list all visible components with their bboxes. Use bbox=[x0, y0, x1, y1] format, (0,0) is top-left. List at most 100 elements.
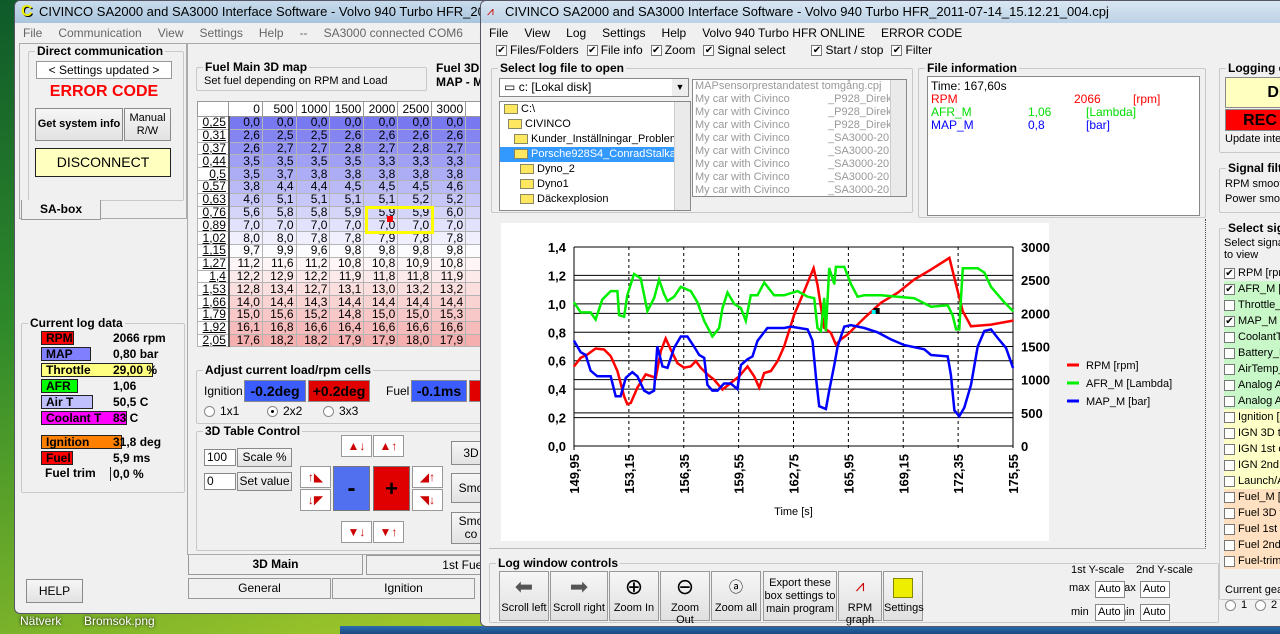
skew-right-down-icon[interactable]: ◥↓ bbox=[412, 489, 443, 511]
y2-min-input[interactable]: Auto bbox=[1140, 604, 1170, 621]
fuel-cell[interactable]: 7,0 bbox=[329, 218, 365, 233]
signal-checkbox[interactable]: CoolantTe bbox=[1224, 329, 1280, 345]
ignition-minus-button[interactable]: -0.2deg bbox=[244, 380, 306, 402]
view-checkbox[interactable]: ✔ Zoom bbox=[650, 43, 695, 57]
signal-checkbox[interactable]: Analog AI bbox=[1224, 377, 1280, 393]
menu-online-status[interactable]: Volvo 940 Turbo HFR ONLINE bbox=[702, 26, 865, 40]
folder-item[interactable]: Dyno_2 bbox=[500, 162, 690, 177]
view-checkbox[interactable]: ✔ File info bbox=[586, 43, 643, 57]
settings-button[interactable]: Settings bbox=[883, 571, 924, 621]
menu-error-code[interactable]: ERROR CODE bbox=[881, 26, 962, 40]
folder-item[interactable]: Dyno1 bbox=[500, 177, 690, 192]
get-system-info-button[interactable]: Get system info bbox=[35, 108, 123, 141]
signal-checkbox[interactable]: Fuel-trim_ bbox=[1224, 553, 1280, 569]
fuel-cell[interactable]: 2,7 bbox=[295, 141, 331, 156]
gear-radio-1[interactable]: 1 bbox=[1225, 599, 1247, 611]
fuel-cell[interactable]: 5,6 bbox=[228, 205, 263, 220]
y2-max-input[interactable]: Auto bbox=[1140, 581, 1170, 598]
skew-right-up-icon[interactable]: ◢↑ bbox=[412, 466, 443, 488]
file-item[interactable]: My car with Civinco _SA3000-20 bbox=[693, 184, 906, 196]
signal-checkbox[interactable]: Throttle_M bbox=[1224, 297, 1280, 313]
fuel-cell[interactable]: 7,0 bbox=[431, 218, 467, 233]
fuel-cell[interactable]: 18,2 bbox=[261, 333, 297, 348]
desktop-icon-label[interactable]: Nätverk bbox=[20, 614, 61, 628]
tree-scrollbar[interactable] bbox=[674, 102, 690, 210]
set-value-input[interactable]: 0 bbox=[204, 473, 236, 490]
scroll-left-button[interactable]: ⬅ Scroll left bbox=[499, 571, 549, 621]
radio-3x3[interactable]: 3x3 bbox=[323, 404, 358, 418]
signal-checkbox[interactable]: Analog AI bbox=[1224, 393, 1280, 409]
menu-communication[interactable]: Communication bbox=[58, 26, 141, 40]
menu-help[interactable]: Help bbox=[662, 26, 687, 40]
fuel-cell[interactable]: 2,7 bbox=[431, 141, 467, 156]
y1-min-input[interactable]: Auto bbox=[1095, 604, 1125, 621]
fuel-cell[interactable]: 2,8 bbox=[397, 141, 433, 156]
fuel-cell[interactable]: 11,8 bbox=[397, 269, 433, 284]
menu-help[interactable]: Help bbox=[259, 26, 284, 40]
fuel-cell[interactable]: 3,5 bbox=[228, 154, 263, 169]
signal-checkbox[interactable]: ✔AFR_M [L bbox=[1224, 281, 1280, 297]
skew-left-down-icon[interactable]: ↓◤ bbox=[300, 489, 331, 511]
fuel-cell[interactable]: 13,2 bbox=[397, 282, 433, 297]
fuel-cell[interactable]: 3,3 bbox=[397, 154, 433, 169]
fuel-cell[interactable]: 13,1 bbox=[329, 282, 365, 297]
file-list[interactable]: MAPsensorprestandatest tomgång.cpj My car… bbox=[692, 79, 907, 197]
fuel-cell[interactable]: 17,9 bbox=[329, 333, 365, 348]
file-item[interactable]: My car with Civinco _P928_Direk bbox=[693, 106, 906, 119]
shift-up-left-icon[interactable]: ▲↓ bbox=[341, 435, 372, 457]
fuel-cell[interactable]: 17,9 bbox=[363, 333, 399, 348]
zoom-out-button[interactable]: ⊖ Zoom Out bbox=[660, 571, 710, 626]
ignition-plus-button[interactable]: +0.2deg bbox=[308, 380, 370, 402]
skew-left-up-icon[interactable]: ↑◣ bbox=[300, 466, 331, 488]
shift-down-left-icon[interactable]: ▼↓ bbox=[341, 521, 372, 543]
file-item[interactable]: My car with Civinco _SA3000-20 bbox=[693, 158, 906, 171]
zoom-all-button[interactable]: ⓐ Zoom all bbox=[711, 571, 761, 621]
zoom-in-button[interactable]: ⊕ Zoom In bbox=[609, 571, 659, 621]
tab-general[interactable]: General bbox=[188, 578, 331, 599]
fuel-cell[interactable]: 12,9 bbox=[261, 269, 297, 284]
manual-rw-button[interactable]: Manual R/W bbox=[124, 108, 171, 141]
fuel-cell[interactable]: 13,2 bbox=[431, 282, 467, 297]
help-button[interactable]: HELP bbox=[26, 579, 83, 603]
fuel-cell[interactable]: 11,9 bbox=[431, 269, 467, 284]
increase-button[interactable]: + bbox=[373, 466, 410, 511]
set-value-button[interactable]: Set value bbox=[237, 472, 292, 491]
menu-settings[interactable]: Settings bbox=[200, 26, 243, 40]
file-item[interactable]: My car with Civinco _SA3000-20 bbox=[693, 145, 906, 158]
folder-item[interactable]: Porsche928S4_ConradStalka bbox=[500, 147, 690, 162]
gear-radio-2[interactable]: 2 bbox=[1255, 599, 1277, 611]
fuel-cell[interactable]: 2,7 bbox=[261, 141, 297, 156]
fuel-cell[interactable]: 18,2 bbox=[295, 333, 331, 348]
view-checkbox[interactable]: ✔ Start / stop bbox=[811, 43, 883, 57]
menu-view[interactable]: View bbox=[524, 26, 550, 40]
fuel-cell[interactable]: 3,5 bbox=[329, 154, 365, 169]
view-checkbox[interactable]: ✔ Signal select bbox=[703, 43, 785, 57]
record-button[interactable]: REC bbox=[1225, 109, 1280, 131]
folder-item[interactable]: Kunder_Inställningar_Problem_ bbox=[500, 132, 690, 147]
radio-1x1[interactable]: 1x1 bbox=[204, 404, 239, 418]
menu-view[interactable]: View bbox=[158, 26, 184, 40]
fuel-cell[interactable]: 17,6 bbox=[228, 333, 263, 348]
menu-connection-status[interactable]: SA3000 connected COM6 bbox=[324, 26, 463, 40]
fuel-cell[interactable]: 13,4 bbox=[261, 282, 297, 297]
fuel-cell[interactable]: 3,5 bbox=[261, 154, 297, 169]
fuel-cell[interactable]: 7,0 bbox=[261, 218, 297, 233]
fuel-cell[interactable]: 5,9 bbox=[329, 205, 365, 220]
export-settings-button[interactable]: Export these box settings to main progra… bbox=[763, 571, 837, 621]
signal-checkbox[interactable]: Ignition [D bbox=[1224, 409, 1280, 425]
file-item[interactable]: My car with Civinco _P928_Direk bbox=[693, 93, 906, 106]
signal-checkbox[interactable]: IGN 3D ta bbox=[1224, 425, 1280, 441]
tab-ignition[interactable]: Ignition bbox=[332, 578, 475, 599]
file-item[interactable]: My car with Civinco _P928_Direk bbox=[693, 119, 906, 132]
fuel-cell[interactable]: 3,3 bbox=[431, 154, 467, 169]
fuel-cell[interactable]: 6,0 bbox=[431, 205, 467, 220]
fuel-cell[interactable]: 12,2 bbox=[295, 269, 331, 284]
scale-input[interactable]: 100 bbox=[204, 449, 236, 466]
fuel-cell[interactable]: 17,9 bbox=[431, 333, 467, 348]
signal-checkbox[interactable]: IGN 1st c bbox=[1224, 441, 1280, 457]
signal-checkbox[interactable]: ✔RPM [rpm] bbox=[1224, 265, 1280, 281]
decrease-button[interactable]: - bbox=[333, 466, 370, 511]
signal-checkbox[interactable]: Fuel 1st c bbox=[1224, 521, 1280, 537]
view-checkbox[interactable]: ✔ Files/Folders bbox=[496, 43, 579, 57]
signal-checkbox[interactable]: AirTemp_ bbox=[1224, 361, 1280, 377]
